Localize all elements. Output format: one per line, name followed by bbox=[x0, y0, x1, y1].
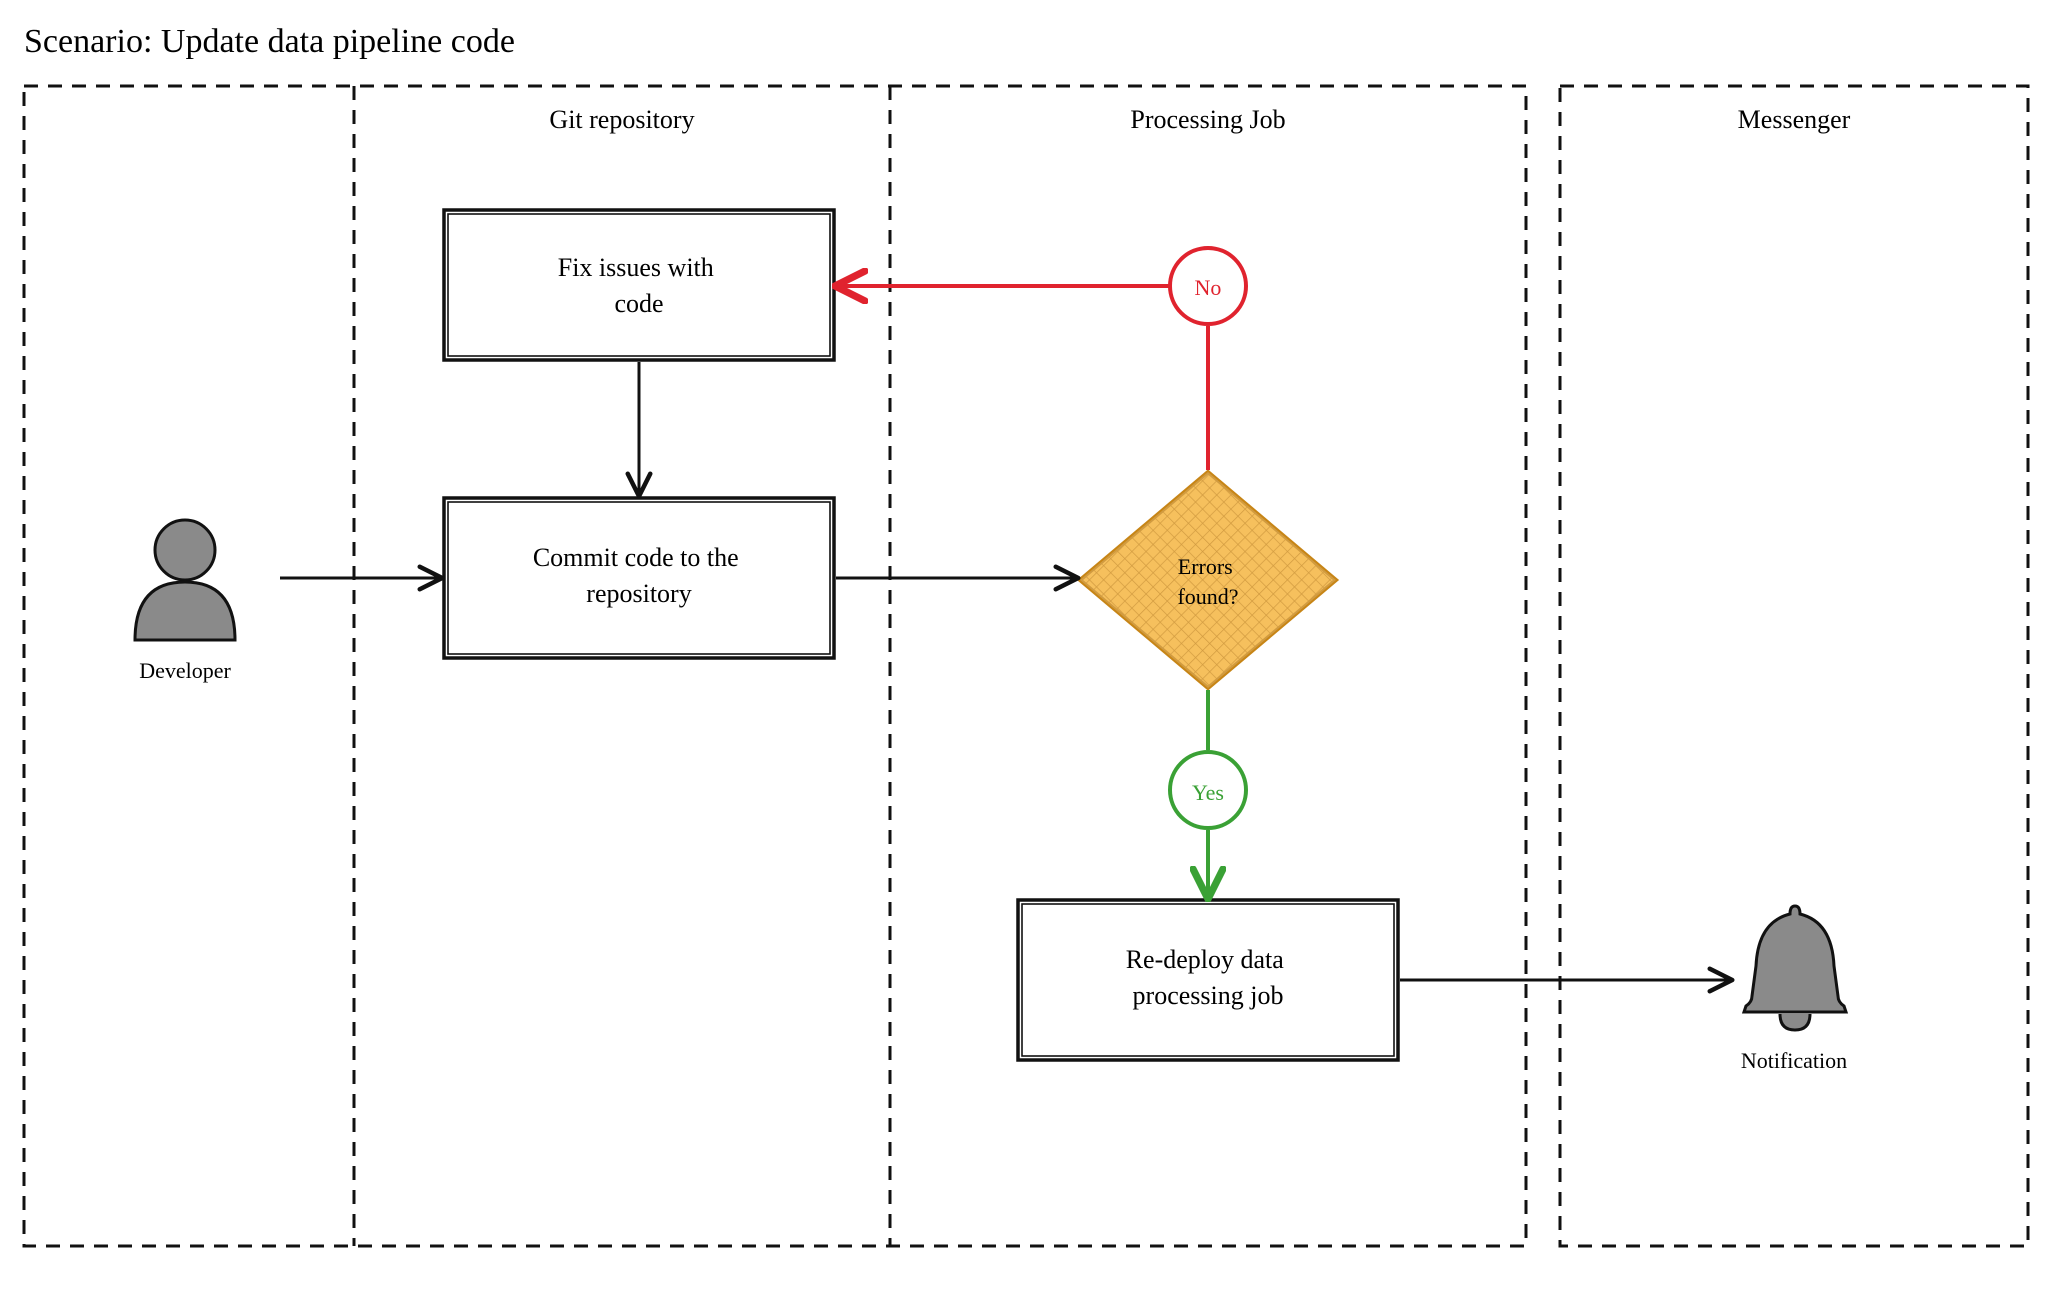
decision-yes-badge: Yes bbox=[1170, 752, 1246, 828]
decision-line1: Errors bbox=[1178, 554, 1233, 579]
decision-yes-label: Yes bbox=[1192, 780, 1224, 805]
fix-issues-box: Fix issues with code bbox=[444, 210, 834, 360]
redeploy-line2: processing job bbox=[1133, 981, 1284, 1010]
errors-decision-diamond: Errors found? bbox=[1080, 472, 1336, 688]
decision-no-badge: No bbox=[1170, 248, 1246, 324]
fix-issues-line1: Fix issues with bbox=[558, 253, 714, 282]
commit-line1: Commit code to the bbox=[533, 543, 739, 572]
commit-line2: repository bbox=[586, 579, 691, 608]
decision-no-label: No bbox=[1195, 275, 1222, 300]
redeploy-box: Re-deploy data processing job bbox=[1018, 900, 1398, 1060]
lane-messenger-title: Messenger bbox=[1738, 105, 1851, 134]
lane-job-title: Processing Job bbox=[1130, 105, 1285, 134]
notification-label: Notification bbox=[1741, 1048, 1847, 1073]
scenario-title: Scenario: Update data pipeline code bbox=[24, 23, 515, 60]
person-icon bbox=[135, 520, 235, 640]
developer-label: Developer bbox=[139, 658, 231, 683]
fix-issues-line2: code bbox=[614, 289, 663, 318]
lane-git-title: Git repository bbox=[549, 105, 694, 134]
commit-box: Commit code to the repository bbox=[444, 498, 834, 658]
redeploy-line1: Re-deploy data bbox=[1126, 945, 1285, 974]
decision-line2: found? bbox=[1177, 584, 1238, 609]
developer-actor: Developer bbox=[135, 520, 235, 683]
notification-actor: Notification bbox=[1741, 906, 1847, 1073]
bell-icon bbox=[1744, 906, 1846, 1030]
